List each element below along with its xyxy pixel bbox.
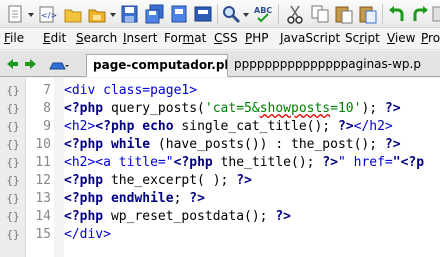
preview-icon[interactable]	[431, 3, 440, 25]
line-number: 13	[35, 191, 51, 206]
code-line-7: <div class=page1>	[64, 83, 198, 98]
code-line-9: <h2><?php echo single_cat_title(); ?></h…	[64, 119, 393, 134]
line-number: 8	[43, 101, 51, 116]
undo-icon[interactable]	[386, 3, 408, 25]
line-number: 14	[35, 209, 51, 224]
redo-icon[interactable]	[409, 3, 431, 25]
code-line-12: <?php the_excerpt( ); ?>	[64, 173, 252, 188]
menu-file[interactable]: File	[4, 31, 24, 45]
save-icon[interactable]	[118, 3, 140, 25]
side-tool-icon[interactable]: {}	[4, 173, 22, 189]
close-all-icon[interactable]	[192, 3, 214, 25]
new-file-icon[interactable]	[4, 3, 26, 25]
code-line-15: </div>	[64, 227, 111, 242]
line-number: 7	[43, 83, 51, 98]
side-tool-icon[interactable]: {}	[4, 227, 22, 243]
spellcheck-icon[interactable]: ABC	[252, 3, 274, 25]
side-tool-icon[interactable]: {}	[4, 101, 22, 117]
menu-edit[interactable]: Edit	[43, 31, 66, 45]
svg-text:ABC: ABC	[254, 6, 272, 15]
menu-css[interactable]: CSS	[214, 31, 238, 45]
code-line-8: <?php query_posts('cat=5&showposts=10');…	[64, 101, 401, 116]
fold-margin	[54, 78, 64, 257]
menu-script[interactable]: Script	[345, 31, 380, 45]
menu-format[interactable]: Format	[164, 31, 206, 45]
open-dropdown-icon[interactable]	[110, 13, 116, 17]
open-project-icon[interactable]	[86, 3, 108, 25]
find-dropdown-icon[interactable]	[243, 13, 249, 17]
line-number: 10	[35, 137, 51, 152]
code-text-area[interactable]: <div class=page1> <?php query_posts('cat…	[64, 78, 440, 257]
code-line-10: <?php while (have_posts()) : the_post();…	[64, 137, 401, 152]
close-file-icon[interactable]	[168, 3, 190, 25]
side-tool-icon[interactable]: {}	[4, 155, 22, 171]
code-editor[interactable]: {} {} {} {} {} {} {} {} {} 7 8 9 10 11 1…	[0, 78, 440, 257]
save-all-icon[interactable]	[143, 3, 165, 25]
main-toolbar: </> ABC	[0, 0, 440, 28]
code-line-14: <?php wp_reset_postdata(); ?>	[64, 209, 291, 224]
paste-special-icon[interactable]	[357, 3, 379, 25]
menu-search[interactable]: Search	[76, 31, 117, 45]
next-document-icon[interactable]	[24, 56, 38, 70]
side-tool-icon[interactable]: {}	[4, 209, 22, 225]
paste-icon[interactable]	[333, 3, 355, 25]
find-icon[interactable]	[220, 3, 242, 25]
open-file-icon[interactable]: </>	[36, 3, 58, 25]
menu-pro[interactable]: Pro	[421, 31, 440, 45]
menu-javascript[interactable]: JavaScript	[280, 31, 340, 45]
tab-page-computador[interactable]: page-computador.php *	[86, 54, 228, 77]
menu-view[interactable]: View	[387, 31, 415, 45]
tab-paginas-wp[interactable]: pppppppppppppppaginas-wp.php	[228, 54, 422, 77]
side-tool-icon[interactable]: {}	[4, 83, 22, 99]
side-tool-icon[interactable]: {}	[4, 191, 22, 207]
side-tool-icon[interactable]: {}	[4, 137, 22, 153]
document-list-icon[interactable]	[48, 57, 70, 70]
svg-text:</>: </>	[41, 11, 57, 20]
code-line-11: <h2><a title="<?php the_title(); ?>" hre…	[64, 155, 425, 170]
code-line-13: <?php endwhile; ?>	[64, 191, 205, 206]
menu-php[interactable]: PHP	[245, 31, 269, 45]
menu-insert[interactable]: Insert	[123, 31, 157, 45]
new-file-dropdown-icon[interactable]	[28, 13, 34, 17]
cut-icon[interactable]	[284, 3, 306, 25]
document-tab-bar: page-computador.php * pppppppppppppppagi…	[0, 51, 440, 77]
copy-icon[interactable]	[309, 3, 331, 25]
toolbar-separator	[278, 4, 279, 24]
toolbar-separator	[217, 4, 218, 24]
line-number-gutter: 7 8 9 10 11 12 13 14 15	[27, 78, 54, 257]
line-number: 12	[35, 173, 51, 188]
line-number: 9	[43, 119, 51, 134]
open-folder-icon[interactable]	[62, 3, 84, 25]
side-tool-icon[interactable]: {}	[4, 119, 22, 135]
side-toolbar: {} {} {} {} {} {} {} {} {}	[0, 78, 26, 257]
toolbar-separator	[382, 4, 383, 24]
line-number: 11	[35, 155, 51, 170]
line-number: 15	[35, 227, 51, 242]
previous-document-icon[interactable]	[5, 56, 19, 70]
menu-bar: File Edit Search Insert Format CSS PHP J…	[0, 28, 440, 50]
